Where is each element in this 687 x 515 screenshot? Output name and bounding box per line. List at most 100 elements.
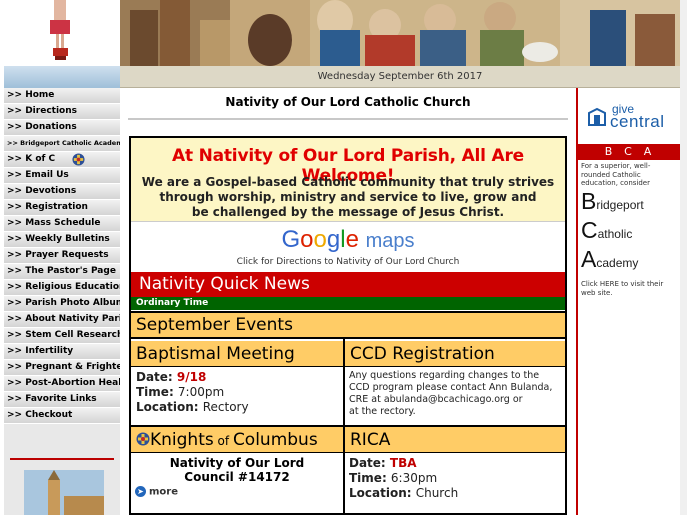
nav-list: >> Home >> Directions >> Donations >> Bridg… [4,88,120,424]
location-label: Location: [136,400,203,414]
baptismal-details: Date: 9/18 Time: 7:00pm Location: Rector… [136,370,336,415]
nav-item-label: >> Favorite Links [7,394,97,404]
nav-item[interactable]: >> Donations [4,120,120,136]
rica-heading: RICA [345,427,565,453]
ccd-line: Any questions regarding changes to the [349,370,540,381]
nav-item-label: >> Parish Photo Album [7,298,120,308]
mission-line: We are a Gospel-based Catholic community… [141,175,555,189]
nav-item[interactable]: >> Favorite Links [4,392,120,408]
bca-word-bridgeport: Bridgeport [581,188,644,215]
church-tower-image [24,470,104,515]
nav-item[interactable]: >> Mass Schedule [4,216,120,232]
nav-item-label: >> Post-Abortion Healing [7,378,120,388]
nav-item[interactable]: >> Registration [4,200,120,216]
google-maps-link[interactable]: Google maps Click for Directions to Nati… [131,221,565,271]
nav-item[interactable]: >> Devotions [4,184,120,200]
rica-date: Date: TBA [349,456,563,471]
page-edge [680,0,687,515]
rica-details: Date: TBA Time: 6:30pm Location: Church [349,456,563,501]
ccd-line: CRE at abulanda@bcachicago.org or [349,394,523,405]
month-events-heading: September Events [131,311,565,339]
nav-item[interactable]: >> Religious Education [4,280,120,296]
nav-item[interactable]: >> Parish Photo Album [4,296,120,312]
baptismal-date: Date: 9/18 [136,370,336,385]
nativity-scene-image [120,0,680,66]
nav-item-label: >> Mass Schedule [7,218,101,228]
nav-item[interactable]: >> Weekly Bulletins [4,232,120,248]
nav-item[interactable]: >> Email Us [4,168,120,184]
nav-item-label: >> Infertility [7,346,74,356]
nav-item-label: >> K of C [7,154,56,164]
nav-item[interactable]: >> Pregnant & Frightened [4,360,120,376]
nav-item-label: >> Donations [7,122,77,132]
time-label: Time: [349,471,391,485]
nav-item-label: >> Directions [7,106,77,116]
nav-item-label: >> Pregnant & Frightened [7,362,120,372]
nav-item-label: >> Stem Cell Research [7,330,120,340]
nav-item[interactable]: >> K of C [4,152,120,168]
kofc-more-link[interactable]: ➤ more [135,486,178,498]
nav-item-label: >> Bridgeport Catholic Academy [7,139,120,147]
page-title: Nativity of Our Lord Catholic Church [225,95,471,109]
ccd-heading: CCD Registration [345,341,565,367]
kofc-heading-of: of [213,434,233,448]
give-central-link[interactable]: give central [586,102,676,132]
nav-item-label: >> Home [7,90,55,100]
directions-link[interactable]: Click for Directions to Nativity of Our … [131,257,565,267]
ccd-line: CCD program please contact Ann Bulanda, [349,382,553,393]
nav-item[interactable]: >> Post-Abortion Healing [4,376,120,392]
crucifix-image [50,0,70,60]
kofc-line: Nativity of Our Lord [169,456,305,470]
bca-banner: BCA [578,144,680,160]
content-box: At Nativity of Our Lord Parish, All Are … [129,136,567,515]
nav-item[interactable]: >> Infertility [4,344,120,360]
nav-item[interactable]: >> Bridgeport Catholic Academy [4,136,120,152]
baptismal-heading: Baptismal Meeting [131,341,343,367]
time-label: Time: [136,385,178,399]
church-photo[interactable] [24,470,104,515]
nav-item-label: >> Registration [7,202,88,212]
nav-item[interactable]: >> About Nativity Parish [4,312,120,328]
nav-item[interactable]: >> Prayer Requests [4,248,120,264]
date-value: TBA [389,456,417,470]
google-maps-logo[interactable]: Google maps [131,226,565,254]
bca-word-academy: Academy [581,246,638,273]
nav-item[interactable]: >> Checkout [4,408,120,424]
nav-item-label: >> The Pastor's Page [7,266,116,276]
more-label: more [149,486,179,498]
baptismal-location: Location: Rectory [136,400,336,415]
left-navigation: >> Home >> Directions >> Donations >> Bridg… [4,88,120,515]
title-divider [128,118,568,120]
location-value: Rectory [202,400,249,414]
right-sidebar: give central BCA For a superior, well-ro… [576,88,680,515]
nav-item-label: >> Checkout [7,410,73,420]
welcome-banner: At Nativity of Our Lord Parish, All Are … [131,138,565,221]
liturgical-season: Ordinary Time [131,297,565,310]
bca-initial: C [581,217,598,243]
nav-item[interactable]: >> Directions [4,104,120,120]
nav-item[interactable]: >> The Pastor's Page [4,264,120,280]
time-value: 6:30pm [390,471,438,485]
nav-item-label: >> About Nativity Parish [7,314,120,324]
nativity-painting-banner [120,0,680,66]
mission-line: be challenged by the message of Jesus Ch… [191,205,505,219]
main-column: Nativity of Our Lord Catholic Church At … [120,88,576,515]
nav-item[interactable]: >> Home [4,88,120,104]
kofc-emblem-icon [136,432,150,446]
nav-item-label: >> Religious Education [7,282,120,292]
kofc-line: Council #14172 [184,470,290,484]
bca-initial: A [581,246,597,272]
date-label: Date: [349,456,390,470]
location-label: Location: [349,486,416,500]
give-central-logo-icon [588,107,606,126]
bca-word-catholic: Catholic [581,217,632,244]
bca-initial: B [581,188,597,214]
ccd-details: Any questions regarding changes to the C… [349,370,563,418]
kofc-emblem-icon [72,153,85,166]
bca-visit-link[interactable]: Click HERE to visit their web site. [581,280,677,297]
baptismal-time: Time: 7:00pm [136,385,336,400]
bca-word-rest: ridgeport [596,198,644,212]
nav-item[interactable]: >> Stem Cell Research [4,328,120,344]
time-value: 7:00pm [177,385,225,399]
date-label: Date: [136,370,177,384]
